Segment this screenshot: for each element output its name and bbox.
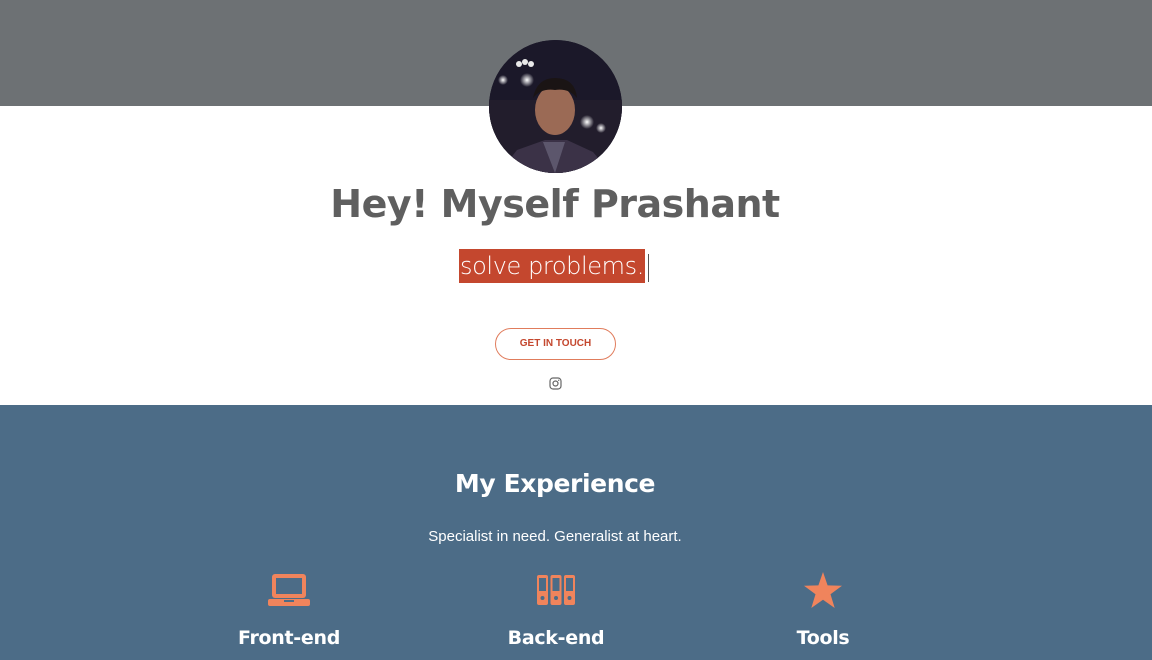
avatar	[489, 40, 622, 173]
skill-label: Tools	[796, 627, 850, 649]
skill-label: Back-end	[507, 627, 605, 649]
skill-tools: Tools	[733, 570, 913, 649]
laptop-icon	[268, 573, 310, 606]
skill-back-end: Back-end	[466, 570, 646, 649]
star-icon	[804, 572, 842, 608]
experience-subtitle: Specialist in need. Generalist at heart.	[428, 528, 682, 545]
get-in-touch-button[interactable]: GET IN TOUCH	[495, 328, 616, 360]
skill-label: Front-end	[238, 627, 340, 649]
skill-front-end: Front-end	[199, 570, 379, 649]
typed-text: solve problems.	[459, 249, 645, 283]
typed-line: solve problems.	[0, 249, 1108, 285]
experience-title: My Experience	[454, 469, 656, 498]
instagram-link[interactable]	[549, 377, 562, 390]
hero-title: Hey! Myself Prashant	[330, 182, 780, 226]
typing-cursor	[647, 254, 649, 282]
instagram-icon	[549, 377, 562, 390]
server-icon	[537, 575, 575, 605]
experience-section: My Experience Specialist in need. Genera…	[0, 405, 1152, 660]
